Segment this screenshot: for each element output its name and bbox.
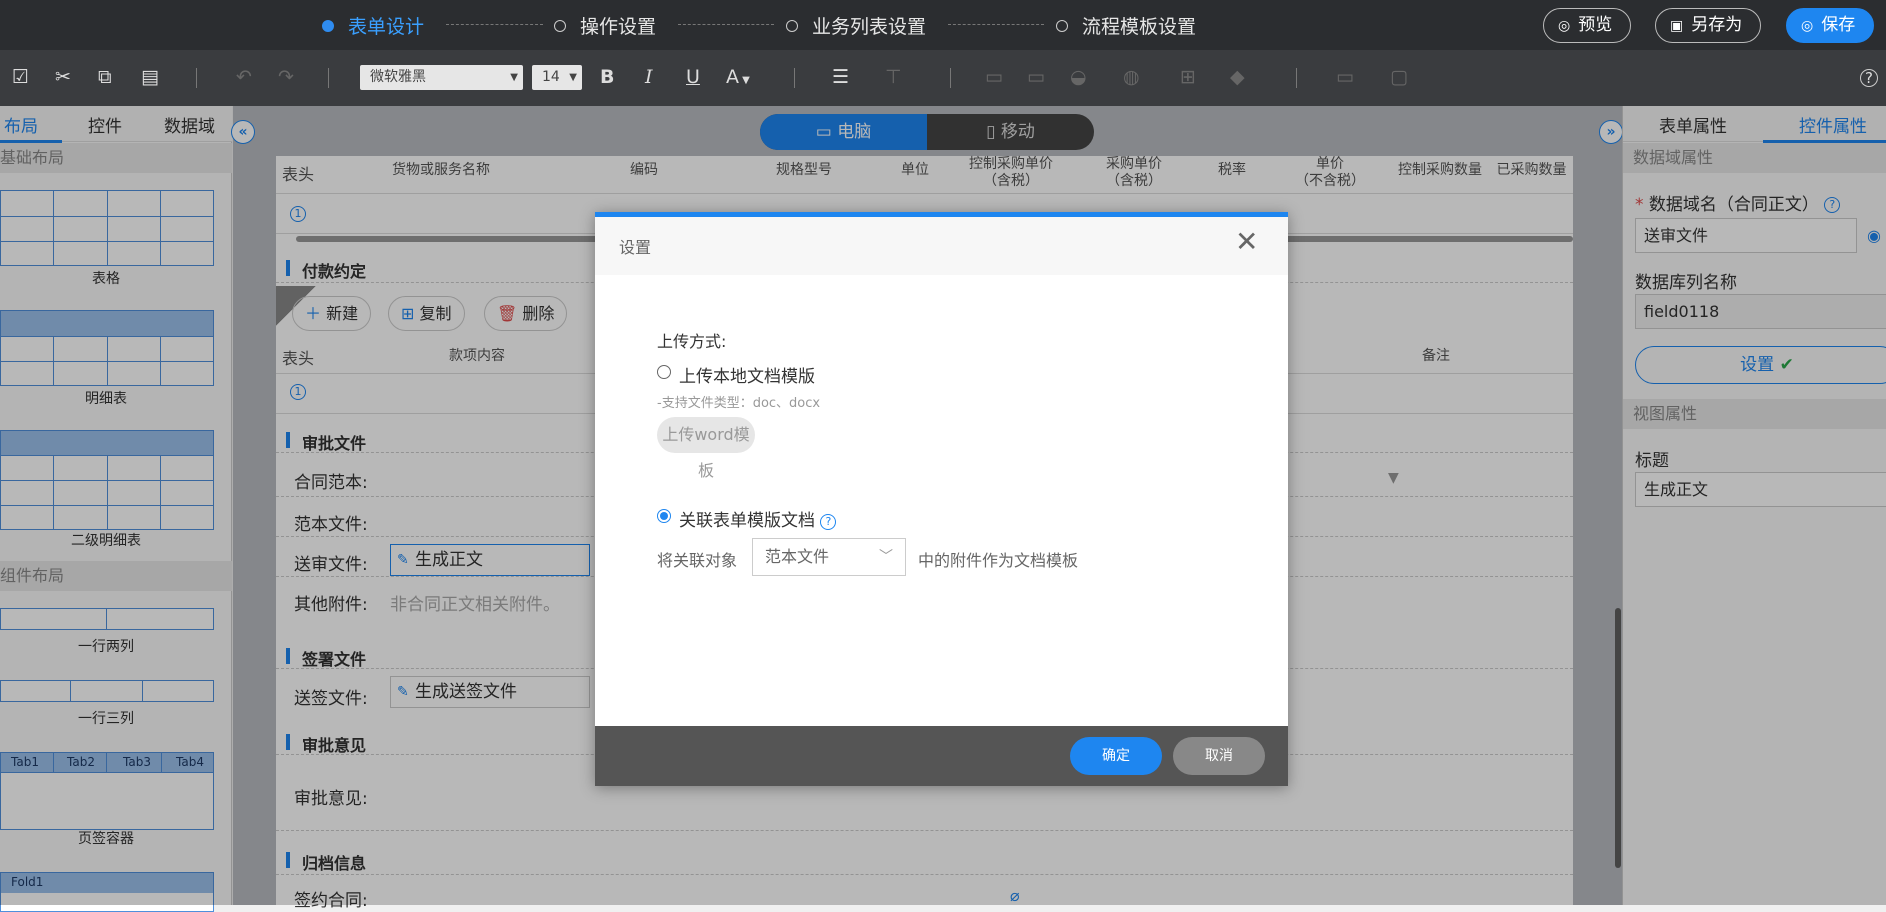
- link-object-select[interactable]: 范本文件 ﹀: [752, 538, 906, 576]
- link-object-value: 范本文件: [765, 547, 830, 566]
- help-icon[interactable]: ?: [1860, 69, 1878, 87]
- select-all-icon[interactable]: ☑: [12, 66, 29, 88]
- save-icon: ◎: [1801, 18, 1814, 34]
- link-prefix-text: 将关联对象: [657, 551, 738, 570]
- toolbar-divider: [196, 68, 197, 88]
- copy-icon[interactable]: ⧉: [98, 66, 112, 88]
- toolbar-divider: [1296, 68, 1297, 88]
- dialog-header: 设置 ✕: [595, 217, 1288, 275]
- border-style-icon[interactable]: ⊞: [1180, 66, 1196, 88]
- step-business-list[interactable]: 业务列表设置: [786, 12, 926, 39]
- save-label: 保存: [1821, 15, 1856, 35]
- save-as-label: 另存为: [1691, 15, 1743, 35]
- step-label: 业务列表设置: [812, 16, 927, 38]
- help-icon[interactable]: ?: [820, 514, 837, 530]
- font-color-icon[interactable]: A ▼: [726, 66, 750, 88]
- option-linked-row[interactable]: 关联表单模版文档 ?: [679, 506, 837, 531]
- radio-linked-template[interactable]: [657, 509, 671, 523]
- toolbar-divider: [794, 68, 795, 88]
- step-connector: [446, 24, 543, 25]
- toolbar-divider: [950, 68, 951, 88]
- cut-icon[interactable]: ✂: [55, 66, 71, 88]
- image-icon[interactable]: ▭: [1336, 66, 1354, 88]
- border-color-icon[interactable]: ◍: [1123, 66, 1140, 88]
- step-connector: [948, 24, 1044, 25]
- top-bar: 表单设计 操作设置 业务列表设置 流程模板设置 ◎ 预览 ▣ 另存为 ◎ 保存: [0, 0, 1886, 50]
- link-suffix-text: 中的附件作为文档模板: [918, 551, 1079, 570]
- toolbar-divider: [328, 68, 329, 88]
- save-button[interactable]: ◎ 保存: [1786, 8, 1875, 43]
- step-icon: [554, 20, 566, 32]
- cancel-button[interactable]: 取消: [1173, 737, 1265, 775]
- step-label: 流程模板设置: [1082, 16, 1197, 38]
- option-linked-label: 关联表单模版文档: [679, 511, 815, 531]
- chevron-down-icon: ﹀: [879, 549, 893, 565]
- step-operation-settings[interactable]: 操作设置: [554, 12, 656, 39]
- paint-bucket-icon[interactable]: ◆: [1230, 66, 1245, 88]
- dropdown-caret-icon: ▼: [510, 72, 518, 83]
- merge-cells-icon[interactable]: ▭: [985, 66, 1003, 88]
- step-icon: [786, 20, 798, 32]
- radio-local-upload[interactable]: [657, 365, 671, 379]
- step-flow-template[interactable]: 流程模板设置: [1056, 12, 1196, 39]
- dropdown-caret-icon: ▼: [569, 72, 577, 83]
- underline-icon[interactable]: U: [686, 66, 700, 88]
- font-family-value: 微软雅黑: [370, 69, 426, 85]
- layout-icon[interactable]: ▢: [1390, 66, 1408, 88]
- step-icon: [1056, 20, 1068, 32]
- font-family-select[interactable]: 微软雅黑 ▼: [360, 65, 523, 90]
- step-label: 表单设计: [348, 16, 425, 38]
- canvas-scrollbar[interactable]: [1615, 608, 1621, 868]
- bold-icon[interactable]: B: [600, 66, 614, 88]
- italic-icon[interactable]: I: [645, 66, 653, 88]
- upload-method-label: 上传方式:: [657, 332, 727, 351]
- editor-toolbar: ☑ ✂ ⧉ ▤ ↶ ↷ 微软雅黑 ▼ 14 ▼ B I U A ▼ ☰ ⊤ ▭ ▭ …: [0, 50, 1886, 106]
- step-active-icon: [322, 20, 334, 32]
- upload-word-button[interactable]: 上传word模板: [657, 417, 755, 480]
- dialog-title: 设置: [619, 238, 652, 257]
- align-left-icon[interactable]: ☰: [832, 66, 849, 88]
- step-label: 操作设置: [580, 16, 657, 38]
- step-form-design[interactable]: 表单设计: [322, 12, 424, 39]
- floppy-icon: ▣: [1670, 18, 1684, 34]
- eye-icon: ◎: [1558, 18, 1571, 34]
- option-local-label[interactable]: 上传本地文档模版: [679, 362, 815, 387]
- file-type-hint: -支持文件类型：doc、docx: [657, 396, 821, 411]
- font-size-value: 14: [542, 69, 560, 85]
- font-size-select[interactable]: 14 ▼: [532, 65, 582, 90]
- cell-fill-icon[interactable]: ◒: [1070, 66, 1087, 88]
- save-as-button[interactable]: ▣ 另存为: [1655, 8, 1762, 43]
- undo-icon[interactable]: ↶: [236, 66, 252, 88]
- preview-label: 预览: [1578, 15, 1613, 35]
- redo-icon[interactable]: ↷: [278, 66, 294, 88]
- vertical-align-icon[interactable]: ⊤: [885, 66, 902, 88]
- close-icon[interactable]: ✕: [1235, 227, 1258, 257]
- step-connector: [678, 24, 774, 25]
- font-color-letter: A: [726, 66, 739, 88]
- settings-dialog: 设置 ✕ 上传方式: 上传本地文档模版 -支持文件类型：doc、docx 上传w…: [595, 212, 1288, 786]
- preview-button[interactable]: ◎ 预览: [1543, 8, 1632, 43]
- split-cells-icon[interactable]: ▭: [1027, 66, 1045, 88]
- confirm-button[interactable]: 确定: [1070, 737, 1162, 775]
- paste-icon[interactable]: ▤: [141, 66, 159, 88]
